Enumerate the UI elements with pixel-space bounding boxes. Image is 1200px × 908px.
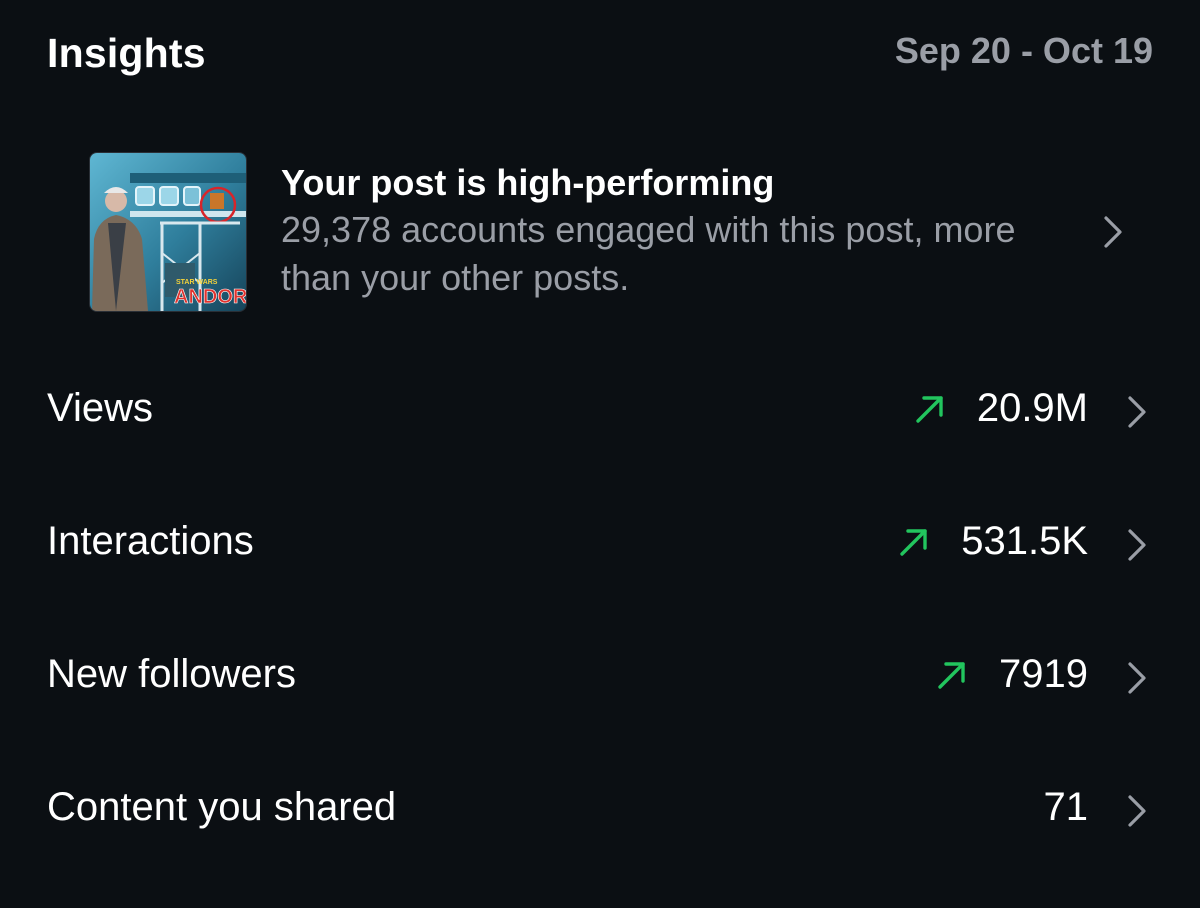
highlight-title: Your post is high-performing [281, 162, 775, 203]
chevron-right-icon [1128, 529, 1146, 561]
metric-label: New followers [47, 652, 296, 696]
metric-row-interactions[interactable]: Interactions 531.5K [0, 503, 1200, 583]
chevron-right-icon [1104, 216, 1122, 248]
arrow-up-right-icon [916, 395, 943, 423]
thumbnail-logo: ANDOR [174, 286, 246, 308]
thumbnail-logo-small: STAR WARS [176, 279, 218, 286]
metric-value-group: 531.5K [897, 519, 1088, 564]
metric-label: Interactions [47, 519, 254, 563]
arrow-up-right-icon [938, 661, 965, 689]
page-title: Insights [47, 30, 206, 76]
chevron-right-icon [1128, 795, 1146, 827]
highlight-card[interactable]: STAR WARS ANDOR Your post is high-perfor… [0, 140, 1200, 320]
highlight-text: Your post is high-performing 29,378 acco… [281, 160, 1081, 302]
insights-page: Insights Sep 20 - Oct 19 STAR WARS ANDOR… [0, 0, 1200, 908]
metric-value: 71 [1043, 785, 1089, 829]
date-range[interactable]: Sep 20 - Oct 19 [895, 30, 1153, 72]
metric-value-group: 20.9M [913, 386, 1088, 431]
metric-value: 531.5K [961, 519, 1088, 563]
metric-row-views[interactable]: Views 20.9M [0, 370, 1200, 450]
metric-row-new-followers[interactable]: New followers 7919 [0, 636, 1200, 716]
metric-value: 20.9M [976, 386, 1088, 430]
highlight-description: 29,378 accounts engaged with this post, … [281, 209, 1016, 298]
metric-value: 7919 [999, 652, 1088, 696]
metric-value-group: 71 [1044, 785, 1089, 830]
chevron-right-icon [1128, 396, 1146, 428]
metric-value-group: 7919 [935, 652, 1088, 697]
post-thumbnail: STAR WARS ANDOR [89, 152, 247, 312]
metric-label: Views [47, 386, 153, 430]
metric-row-content-shared[interactable]: Content you shared 71 [0, 769, 1200, 849]
metric-label: Content you shared [47, 785, 397, 829]
arrow-up-right-icon [900, 528, 927, 556]
chevron-right-icon [1128, 662, 1146, 694]
